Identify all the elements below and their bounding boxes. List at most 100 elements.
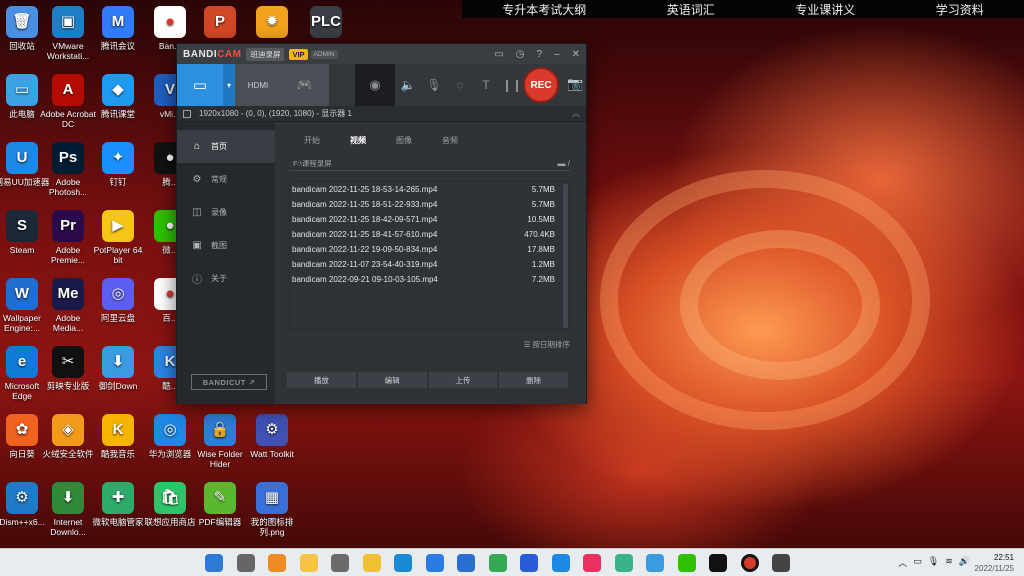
sidebar-item[interactable]: ◫ 录像	[177, 196, 275, 229]
chevron-up-icon[interactable]: ︿	[898, 556, 907, 569]
clock-icon[interactable]: ◷	[516, 49, 525, 60]
wechat-icon[interactable]	[677, 554, 696, 572]
desktop-icon[interactable]: ▶ PotPlayer 64 bit	[90, 210, 146, 265]
l-app-icon[interactable]	[457, 554, 475, 572]
desktop-icon[interactable]: Me Adobe Media...	[40, 278, 96, 333]
file-row[interactable]: bandicam 2022-11-25 18-53-14-265.mp4 5.7M…	[290, 182, 569, 197]
bandicam-window[interactable]: BANDICAM 班迪录屏 VIP ADMIN ▭ ◷ ? – ✕ ▭ ▾ HD…	[176, 43, 587, 404]
kugou-icon[interactable]	[425, 554, 444, 572]
wifi-icon[interactable]: ≋	[945, 556, 953, 569]
action-button[interactable]: 删除	[499, 372, 568, 388]
desktop-icon[interactable]: ⬇ Internet Downlo...	[40, 482, 96, 537]
desktop-icon[interactable]: 🛍 联想应用商店	[142, 482, 198, 527]
banner-item[interactable]: 学习资料	[936, 1, 984, 18]
bandicut-button[interactable]: BANDICUT ↗	[191, 374, 267, 390]
screen-mode-button[interactable]: ▭	[177, 64, 223, 106]
speaker-button[interactable]: 🔈	[395, 64, 421, 106]
desktop-icon[interactable]: ▣ VMware Workstati...	[40, 6, 96, 61]
region-bar[interactable]: 1920x1080 - (0, 0), (1920, 1080) - 显示器 1…	[177, 106, 586, 122]
desktop-icon[interactable]: ◆ 腾讯课堂	[90, 74, 146, 119]
volume-icon[interactable]: 🔊	[959, 556, 970, 569]
mic-button[interactable]: 🎙	[421, 64, 447, 106]
action-button[interactable]: 编辑	[357, 372, 427, 388]
video-app-icon[interactable]	[583, 554, 601, 572]
rec-button[interactable]: REC	[523, 67, 559, 103]
folder-icon[interactable]: ▭	[494, 49, 503, 60]
sidebar-item[interactable]: ⌂ 首页	[177, 130, 275, 163]
task-view-icon[interactable]	[236, 554, 255, 572]
start-icon[interactable]	[205, 554, 223, 572]
scrollbar[interactable]	[563, 184, 568, 328]
folder-open-icon[interactable]: ▬ /	[558, 159, 570, 168]
notes-icon[interactable]	[362, 554, 381, 572]
battery-icon[interactable]: ▭	[913, 556, 922, 569]
store-icon[interactable]	[520, 554, 538, 572]
desktop-icon[interactable]: 🔒 Wise Folder Hider	[192, 414, 248, 469]
file-row[interactable]: bandicam 2022-11-25 18-51-22-933.mp4 5.7M…	[290, 197, 569, 212]
text-overlay-button[interactable]: T	[473, 64, 499, 106]
desktop-icon[interactable]: ✦ 钉钉	[90, 142, 146, 187]
screen-mode-dropdown[interactable]: ▾	[223, 64, 235, 106]
system-clock[interactable]: 22:51 2022/11/25	[975, 552, 1014, 574]
file-row[interactable]: bandicam 2022-11-25 18-42-09-571.mp4 10.5…	[290, 212, 569, 227]
file-row[interactable]: bandicam 2022-11-25 18-41-57-610.mp4 470.…	[290, 227, 569, 242]
chevron-up-icon[interactable]: ︿	[572, 108, 580, 119]
edge-icon[interactable]	[394, 554, 412, 572]
bandicam-taskbar-icon[interactable]	[740, 554, 759, 572]
mouse-effect-button[interactable]: ◌	[447, 64, 473, 106]
banner-item[interactable]: 英语词汇	[667, 1, 715, 18]
banner-item[interactable]: 专业课讲义	[795, 1, 855, 18]
tab[interactable]: 视频	[335, 132, 381, 149]
pause-button[interactable]: ❙❙	[499, 64, 525, 106]
desktop-icon[interactable]: ▦ 我的图标排列.png	[244, 482, 300, 537]
desktop-icon[interactable]: ✂ 剪映专业版	[40, 346, 96, 391]
desktop-icon[interactable]: Pr Adobe Premie...	[40, 210, 96, 265]
app-icon[interactable]	[772, 554, 790, 572]
vip-badge[interactable]: VIP	[289, 48, 308, 60]
sidebar-item[interactable]: ▣ 截图	[177, 229, 275, 262]
browser-icon[interactable]	[551, 554, 570, 572]
desktop-icon[interactable]: ◈ 火绒安全软件	[40, 414, 96, 459]
tab[interactable]: 图像	[381, 132, 427, 149]
device-mode-button[interactable]: HDMI	[235, 64, 281, 106]
desktop-icon[interactable]: ✎ PDF编辑器	[192, 482, 248, 527]
mic-icon[interactable]: 🎙	[928, 556, 939, 569]
chrome-icon[interactable]	[488, 554, 507, 572]
file-explorer-icon[interactable]	[299, 554, 318, 572]
file-row[interactable]: bandicam 2022-11-07 23-54-40-319.mp4 1.2M…	[290, 257, 569, 272]
desktop-icon[interactable]: ✚ 微软电脑管家	[90, 482, 146, 527]
settings-icon[interactable]	[331, 554, 349, 572]
file-row[interactable]: bandicam 2022-11-22 19-09-50-834.mp4 17.8…	[290, 242, 569, 257]
desktop-icon[interactable]: Ps Adobe Photosh...	[40, 142, 96, 197]
file-row[interactable]: bandicam 2022-09-21 09-10-03-105.mp4 7.2M…	[290, 272, 569, 287]
sort-control[interactable]: ☰ 按日期排序	[289, 339, 570, 350]
desktop-icon[interactable]: ◎ 华为浏览器	[142, 414, 198, 459]
desktop-icon[interactable]: ◎ 阿里云盘	[90, 278, 146, 323]
minimize-icon[interactable]: –	[554, 49, 560, 60]
sidebar-item[interactable]: ⚙ 常规	[177, 163, 275, 196]
qq-icon[interactable]	[709, 554, 727, 572]
desktop-icon[interactable]: M 腾讯会议	[90, 6, 146, 51]
desktop-icon[interactable]: ⚙ Watt Toolkit	[244, 414, 300, 459]
title-bar[interactable]: BANDICAM 班迪录屏 VIP ADMIN ▭ ◷ ? – ✕	[177, 44, 586, 64]
search-icon[interactable]	[268, 554, 286, 572]
action-button[interactable]: 上传	[428, 372, 498, 388]
help-icon[interactable]: ?	[536, 49, 542, 60]
game-mode-button[interactable]: 🎮	[281, 64, 329, 106]
close-icon[interactable]: ✕	[572, 49, 580, 60]
banner-item[interactable]: 专升本考试大纲	[502, 1, 586, 18]
tab[interactable]: 开始	[289, 132, 335, 149]
screenshot-button[interactable]: 📷	[567, 76, 583, 92]
jianying-icon: ✂	[52, 346, 84, 378]
file-name: bandicam 2022-11-25 18-51-22-933.mp4	[292, 200, 438, 209]
webcam-button[interactable]: ◉	[355, 64, 395, 106]
desktop-icon[interactable]: A Adobe Acrobat DC	[40, 74, 96, 129]
tab[interactable]: 音频	[427, 132, 473, 149]
desktop-icon[interactable]: K 酷我音乐	[90, 414, 146, 459]
photos-icon[interactable]	[646, 554, 664, 572]
action-button[interactable]: 播放	[287, 372, 356, 388]
path-bar[interactable]: F:\课程录屏 ▬ /	[289, 157, 570, 171]
grid-app-icon[interactable]	[614, 554, 633, 572]
desktop-icon[interactable]: ⬇ 御剑Down	[90, 346, 146, 391]
sidebar-item[interactable]: ⓘ 关于	[177, 262, 275, 295]
